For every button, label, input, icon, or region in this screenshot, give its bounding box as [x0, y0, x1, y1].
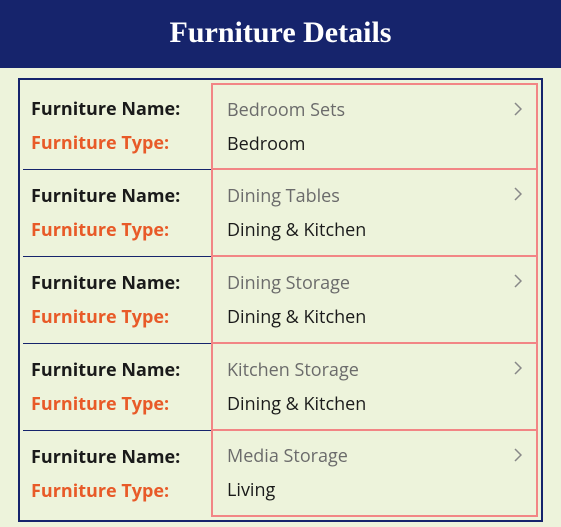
row-values: Media Storage Living	[211, 429, 538, 517]
row-values: Kitchen Storage Dining & Kitchen	[211, 342, 538, 430]
list-item[interactable]: Furniture Name: Furniture Type: Kitchen …	[23, 344, 538, 431]
page-title: Furniture Details	[0, 0, 561, 68]
chevron-right-icon	[512, 275, 524, 287]
list-item[interactable]: Furniture Name: Furniture Type: Dining S…	[23, 257, 538, 344]
furniture-name-value: Dining Tables	[227, 184, 500, 208]
row-labels: Furniture Name: Furniture Type:	[23, 257, 211, 343]
list-item[interactable]: Furniture Name: Furniture Type: Bedroom …	[23, 83, 538, 170]
name-label: Furniture Name:	[31, 184, 203, 208]
furniture-name-value: Dining Storage	[227, 271, 500, 295]
row-labels: Furniture Name: Furniture Type:	[23, 344, 211, 430]
furniture-name-value: Media Storage	[227, 444, 500, 468]
furniture-list: Furniture Name: Furniture Type: Bedroom …	[18, 78, 543, 522]
type-label: Furniture Type:	[31, 131, 203, 155]
name-label: Furniture Name:	[31, 271, 203, 295]
type-label: Furniture Type:	[31, 218, 203, 242]
row-labels: Furniture Name: Furniture Type:	[23, 83, 211, 169]
furniture-type-value: Bedroom	[227, 132, 500, 156]
list-item[interactable]: Furniture Name: Furniture Type: Media St…	[23, 431, 538, 517]
row-labels: Furniture Name: Furniture Type:	[23, 170, 211, 256]
type-label: Furniture Type:	[31, 305, 203, 329]
list-item[interactable]: Furniture Name: Furniture Type: Dining T…	[23, 170, 538, 257]
furniture-name-value: Bedroom Sets	[227, 98, 500, 122]
furniture-type-value: Dining & Kitchen	[227, 392, 500, 416]
chevron-right-icon	[512, 362, 524, 374]
row-labels: Furniture Name: Furniture Type:	[23, 431, 211, 517]
row-values: Dining Storage Dining & Kitchen	[211, 255, 538, 343]
name-label: Furniture Name:	[31, 445, 203, 469]
chevron-right-icon	[512, 103, 524, 115]
chevron-right-icon	[512, 449, 524, 461]
chevron-right-icon	[512, 188, 524, 200]
row-values: Dining Tables Dining & Kitchen	[211, 168, 538, 256]
name-label: Furniture Name:	[31, 358, 203, 382]
row-values: Bedroom Sets Bedroom	[211, 83, 538, 169]
furniture-type-value: Dining & Kitchen	[227, 305, 500, 329]
type-label: Furniture Type:	[31, 479, 203, 503]
name-label: Furniture Name:	[31, 97, 203, 121]
furniture-type-value: Dining & Kitchen	[227, 218, 500, 242]
furniture-name-value: Kitchen Storage	[227, 358, 500, 382]
furniture-type-value: Living	[227, 478, 500, 502]
type-label: Furniture Type:	[31, 392, 203, 416]
